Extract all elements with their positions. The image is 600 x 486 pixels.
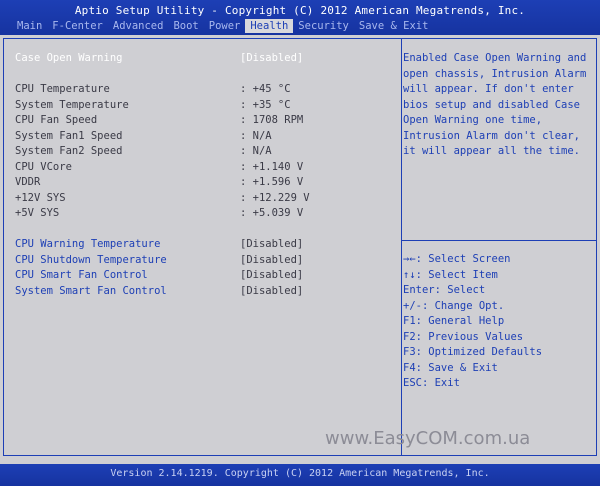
- reading-label: VDDR: [15, 176, 41, 188]
- top-bar: Aptio Setup Utility - Copyright (C) 2012…: [0, 0, 600, 35]
- control-value[interactable]: [Disabled]: [240, 253, 303, 267]
- tab-boot[interactable]: Boot: [168, 19, 203, 33]
- control-label: System Smart Fan Control: [15, 284, 167, 297]
- reading-value: : +1.596 V: [240, 176, 304, 188]
- reading-label: CPU Fan Speed: [15, 114, 98, 126]
- window-title: Aptio Setup Utility - Copyright (C) 2012…: [74, 4, 526, 17]
- horizontal-divider: [402, 240, 596, 241]
- reading-label: +12V SYS: [15, 191, 66, 204]
- reading-label: CPU Temperature: [15, 83, 110, 95]
- key-general-help: F1: General Help: [403, 315, 505, 327]
- menu-bar: Main F-Center Advanced Boot Power Health…: [12, 19, 433, 33]
- control-value[interactable]: [Disabled]: [240, 268, 303, 282]
- control-value[interactable]: [Disabled]: [240, 237, 303, 251]
- reading-value: : 1708 RPM: [240, 114, 304, 126]
- control-label: CPU Shutdown Temperature: [15, 253, 167, 266]
- tab-health[interactable]: Health: [245, 19, 294, 33]
- key-optimized-defaults: F3: Optimized Defaults: [403, 346, 543, 358]
- tab-save-exit[interactable]: Save & Exit: [354, 19, 434, 33]
- reading-value: : N/A: [240, 129, 272, 142]
- reading-value: : +12.229 V: [240, 191, 310, 204]
- key-save-exit: F4: Save & Exit: [403, 361, 498, 374]
- reading-value: : +45 °C: [240, 83, 291, 95]
- key-select-screen: →←: Select Screen: [403, 253, 511, 265]
- reading-label: System Fan1 Speed: [15, 129, 123, 142]
- tab-advanced[interactable]: Advanced: [108, 19, 169, 33]
- reading-value: : +5.039 V: [240, 207, 304, 219]
- help-text: Enabled Case Open Warning and open chass…: [403, 52, 587, 157]
- footer-version: Version 2.14.1219. Copyright (C) 2012 Am…: [110, 468, 490, 479]
- reading-value: : +1.140 V: [240, 160, 304, 173]
- vertical-divider: [401, 39, 402, 455]
- tab-security[interactable]: Security: [293, 19, 354, 33]
- tab-power[interactable]: Power: [204, 19, 246, 33]
- key-enter-select: Enter: Select: [403, 284, 486, 296]
- reading-label: CPU VCore: [15, 160, 72, 173]
- control-value[interactable]: [Disabled]: [240, 284, 303, 298]
- key-previous-values: F2: Previous Values: [403, 330, 524, 343]
- watermark: www.EasyCOM.com.ua: [325, 428, 531, 449]
- case-open-warning-label: Case Open Warning: [15, 52, 123, 64]
- key-change-opt: +/-: Change Opt.: [403, 299, 505, 312]
- reading-label: System Temperature: [15, 98, 129, 111]
- reading-value: : +35 °C: [240, 98, 291, 111]
- control-label: CPU Smart Fan Control: [15, 269, 148, 281]
- control-label: CPU Warning Temperature: [15, 238, 161, 250]
- reading-label: +5V SYS: [15, 207, 60, 219]
- reading-value: : N/A: [240, 145, 272, 157]
- bottom-bar: Version 2.14.1219. Copyright (C) 2012 Am…: [0, 464, 600, 486]
- key-esc-exit: ESC: Exit: [403, 377, 460, 389]
- reading-label: System Fan2 Speed: [15, 145, 123, 157]
- tab-main[interactable]: Main: [12, 19, 47, 33]
- case-open-warning-value[interactable]: [Disabled]: [240, 51, 303, 65]
- key-select-item: ↑↓: Select Item: [403, 268, 498, 281]
- key-legend: →←: Select Screen ↑↓: Select Item Enter:…: [403, 252, 589, 392]
- tab-f-center[interactable]: F-Center: [47, 19, 108, 33]
